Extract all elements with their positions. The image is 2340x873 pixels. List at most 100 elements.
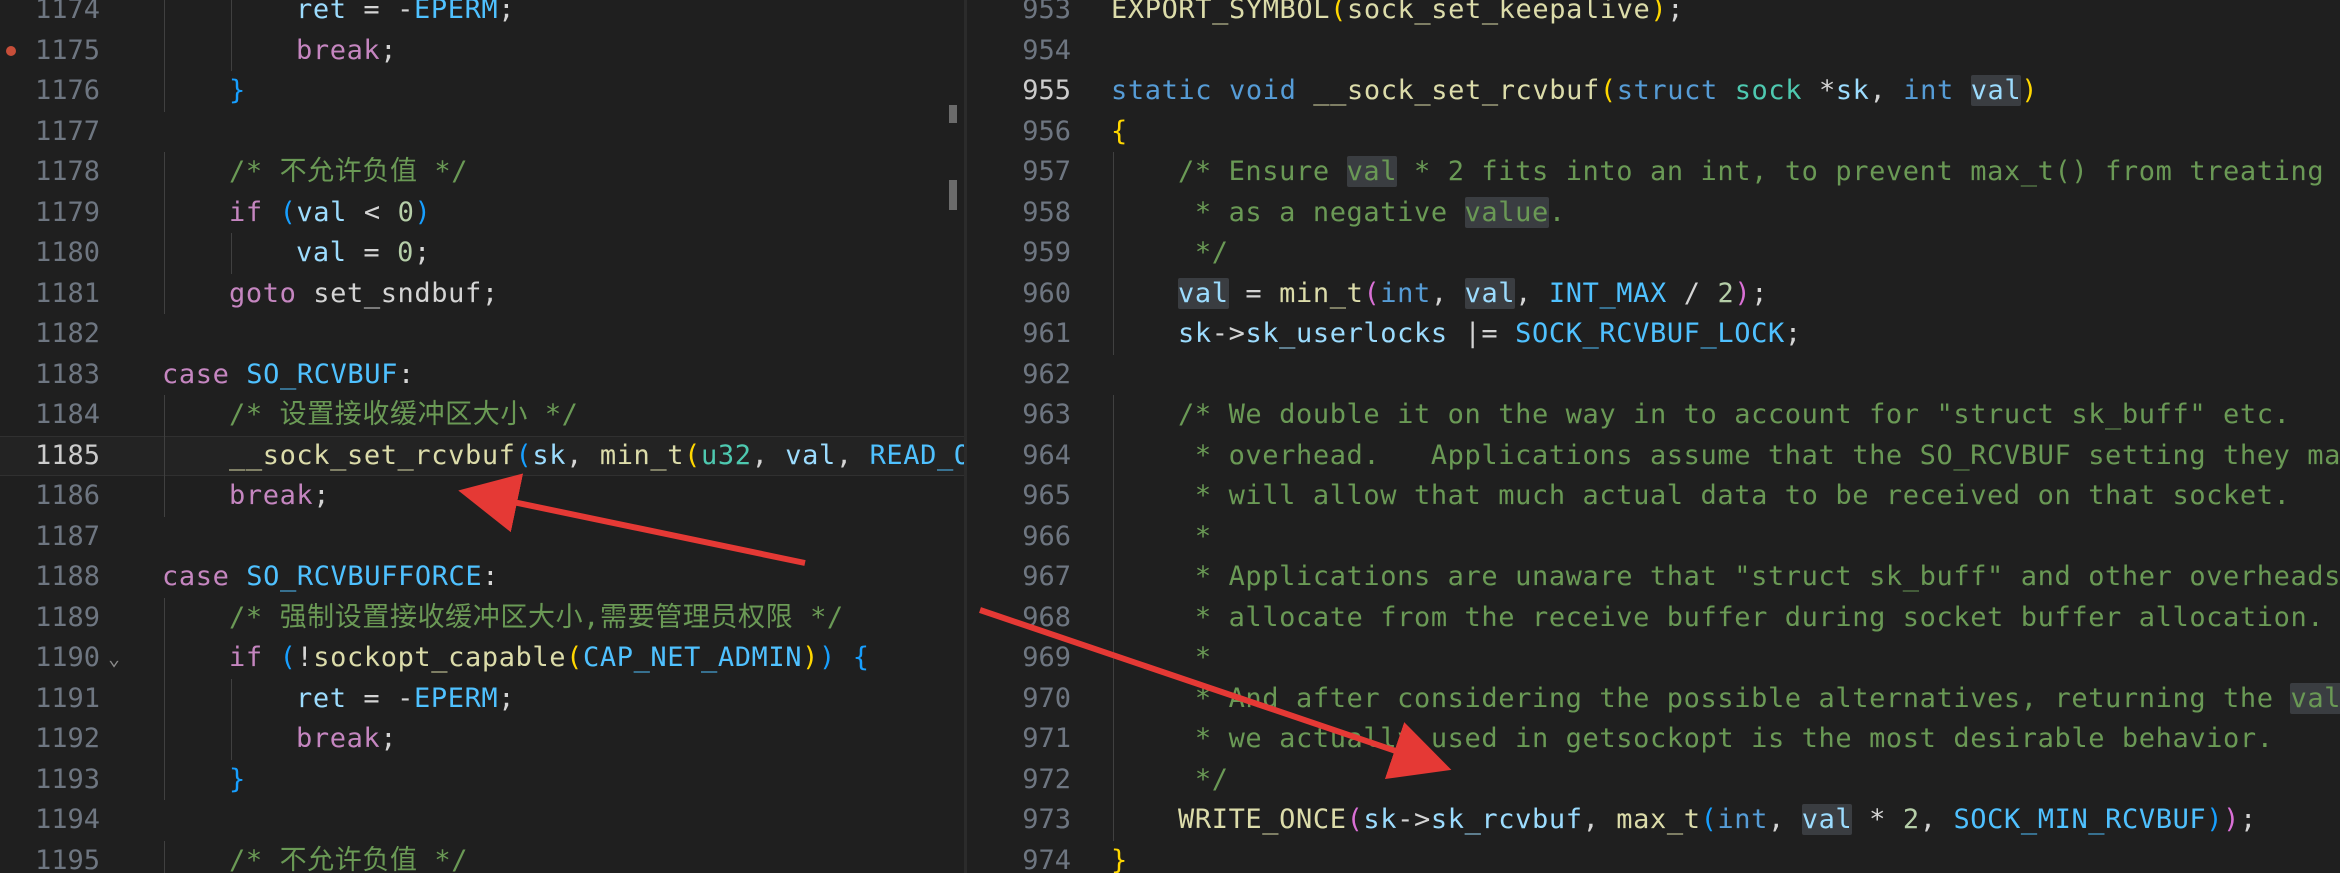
code-line[interactable]: 965 * will allow that much actual data t… <box>967 476 2340 517</box>
line-number[interactable]: 963 <box>967 395 1071 436</box>
code-text[interactable]: sk->sk_userlocks |= SOCK_RCVBUF_LOCK; <box>1178 314 1802 355</box>
code-text[interactable]: } <box>229 760 246 801</box>
line-number[interactable]: 964 <box>967 436 1071 477</box>
scrollbar-marker[interactable] <box>949 180 957 210</box>
line-number[interactable]: 972 <box>967 760 1071 801</box>
line-number[interactable]: 971 <box>967 719 1071 760</box>
code-line[interactable]: 1175 break; <box>0 30 964 72</box>
code-line[interactable]: 1193} <box>0 759 964 801</box>
code-line[interactable]: 955 static void __sock_set_rcvbuf(struct … <box>967 71 2340 112</box>
breakpoint-icon[interactable] <box>6 45 16 56</box>
code-line[interactable]: 1192 break; <box>0 719 964 760</box>
code-line[interactable]: 958 * as a negative value. <box>967 192 2340 234</box>
code-line[interactable]: 1188 case SO_RCVBUFFORCE: <box>0 557 964 598</box>
code-text[interactable]: goto set_sndbuf; <box>229 274 499 315</box>
code-text[interactable]: * <box>1178 517 1212 558</box>
code-text[interactable]: __sock_set_rcvbuf(sk, min_t(u32, val, RE… <box>229 436 964 477</box>
code-text[interactable]: */ <box>1178 760 1229 801</box>
line-number[interactable]: 966 <box>967 517 1071 558</box>
code-line[interactable]: 1183 case SO_RCVBUF: <box>0 355 964 396</box>
line-number[interactable]: 1174 <box>0 0 100 31</box>
line-number[interactable]: 968 <box>967 598 1071 639</box>
code-text[interactable]: if (val < 0) <box>229 193 431 234</box>
line-number[interactable]: 1182 <box>0 314 100 355</box>
code-line[interactable]: 1186 break; <box>0 476 964 517</box>
line-number[interactable]: 1185 <box>0 436 100 477</box>
code-line[interactable]: 964 * overhead. Applications assume that… <box>967 435 2340 477</box>
code-line[interactable]: 972 */ <box>967 759 2340 801</box>
chevron-down-icon[interactable]: ⌄ <box>108 638 120 679</box>
line-number[interactable]: 1181 <box>0 274 100 315</box>
code-line[interactable]: 1187 <box>0 517 964 558</box>
code-line[interactable]: 1194 <box>0 800 964 841</box>
line-number[interactable]: 967 <box>967 557 1071 598</box>
code-line[interactable]: 1195 /* 不允许负值 */ <box>0 840 964 873</box>
code-text[interactable]: val = 0; <box>296 233 431 274</box>
line-number[interactable]: 957 <box>967 152 1071 193</box>
line-number[interactable]: 1192 <box>0 719 100 760</box>
code-line[interactable]: 956 { <box>967 112 2340 153</box>
line-number[interactable]: 1179 <box>0 193 100 234</box>
line-number[interactable]: 1188 <box>0 557 100 598</box>
code-line[interactable]: 959 */ <box>967 233 2340 274</box>
code-text[interactable]: val = min_t(int, val, INT_MAX / 2); <box>1178 274 1768 315</box>
line-number[interactable]: 1180 <box>0 233 100 274</box>
code-line[interactable]: 966 * <box>967 516 2340 558</box>
line-number[interactable]: 954 <box>967 31 1071 72</box>
code-text[interactable]: ret = -EPERM; <box>296 0 515 31</box>
code-line[interactable]: 967 * Applications are unaware that "str… <box>967 557 2340 598</box>
code-text[interactable]: * Applications are unaware that "struct … <box>1178 557 2340 598</box>
code-line[interactable]: 970 * And after considering the possible… <box>967 678 2340 720</box>
code-line[interactable]: 971 * we actually used in getsockopt is … <box>967 719 2340 760</box>
line-number[interactable]: 1194 <box>0 800 100 841</box>
line-number[interactable]: 973 <box>967 800 1071 841</box>
code-text[interactable]: * <box>1178 638 1212 679</box>
code-text[interactable]: } <box>1111 841 1128 873</box>
code-text[interactable]: * as a negative value. <box>1178 193 1566 234</box>
code-text[interactable]: * we actually used in getsockopt is the … <box>1178 719 2274 760</box>
line-number[interactable]: 1178 <box>0 152 100 193</box>
code-line[interactable]: 960 val = min_t(int, val, INT_MAX / 2); <box>967 273 2340 315</box>
code-text[interactable]: /* 不允许负值 */ <box>229 841 468 873</box>
code-line[interactable]: 1182 <box>0 314 964 355</box>
code-text[interactable]: /* We double it on the way in to account… <box>1178 395 2290 436</box>
code-text[interactable]: * will allow that much actual data to be… <box>1178 476 2290 517</box>
scrollbar-marker[interactable] <box>949 105 957 123</box>
code-line[interactable]: 968 * allocate from the receive buffer d… <box>967 597 2340 639</box>
code-text[interactable]: * And after considering the possible alt… <box>1178 679 2340 720</box>
code-line[interactable]: 954 <box>967 31 2340 72</box>
code-line[interactable]: 1190 ⌄ if (!sockopt_capable(CAP_NET_ADMIN)… <box>0 638 964 679</box>
code-text[interactable]: static void __sock_set_rcvbuf(struct soc… <box>1111 71 2038 112</box>
code-line[interactable]: 1180 val = 0; <box>0 233 964 274</box>
code-line[interactable]: 1174 ret = -EPERM; <box>0 0 964 31</box>
code-line[interactable]: 961 sk->sk_userlocks |= SOCK_RCVBUF_LOCK; <box>967 314 2340 355</box>
code-text[interactable]: break; <box>296 31 397 72</box>
code-line[interactable]: 1176} <box>0 71 964 112</box>
code-text[interactable]: case SO_RCVBUFFORCE: <box>162 557 499 598</box>
line-number[interactable]: 956 <box>967 112 1071 153</box>
code-text[interactable]: * overhead. Applications assume that the… <box>1178 436 2340 477</box>
code-text[interactable]: if (!sockopt_capable(CAP_NET_ADMIN)) { <box>229 638 870 679</box>
line-number[interactable]: 958 <box>967 193 1071 234</box>
code-text[interactable]: case SO_RCVBUF: <box>162 355 415 396</box>
line-number[interactable]: 1189 <box>0 598 100 639</box>
code-line[interactable]: 974} <box>967 841 2340 873</box>
line-number[interactable]: 1195 <box>0 841 100 873</box>
code-line[interactable]: 1179 if (val < 0) <box>0 192 964 234</box>
code-line[interactable]: 953 EXPORT_SYMBOL(sock_set_keepalive); <box>967 0 2340 31</box>
code-text[interactable]: /* Ensure val * 2 fits into an int, to p… <box>1178 152 2340 193</box>
line-number[interactable]: 1184 <box>0 395 100 436</box>
right-editor-pane[interactable]: 953 EXPORT_SYMBOL(sock_set_keepalive); 954… <box>967 0 2340 873</box>
code-text[interactable]: break; <box>229 476 330 517</box>
code-line[interactable]: 1185 __sock_set_rcvbuf(sk, min_t(u32, val… <box>0 435 964 477</box>
code-text[interactable]: } <box>229 71 246 112</box>
code-line[interactable]: 1191 ret = -EPERM; <box>0 678 964 719</box>
code-line[interactable]: 1184 /* 设置接收缓冲区大小 */ <box>0 395 964 436</box>
code-text[interactable]: /* 不允许负值 */ <box>229 152 468 193</box>
code-text[interactable]: /* 强制设置接收缓冲区大小,需要管理员权限 */ <box>229 598 844 639</box>
code-line[interactable]: 973 WRITE_ONCE(sk->sk_rcvbuf, max_t(int, … <box>967 800 2340 841</box>
line-number[interactable]: 962 <box>967 355 1071 396</box>
code-line[interactable]: 963 /* We double it on the way in to acco… <box>967 395 2340 436</box>
left-editor-pane[interactable]: 1174 ret = -EPERM; 1175 break; 1176} 1177 1178… <box>0 0 964 873</box>
code-text[interactable]: WRITE_ONCE(sk->sk_rcvbuf, max_t(int, val… <box>1178 800 2257 841</box>
